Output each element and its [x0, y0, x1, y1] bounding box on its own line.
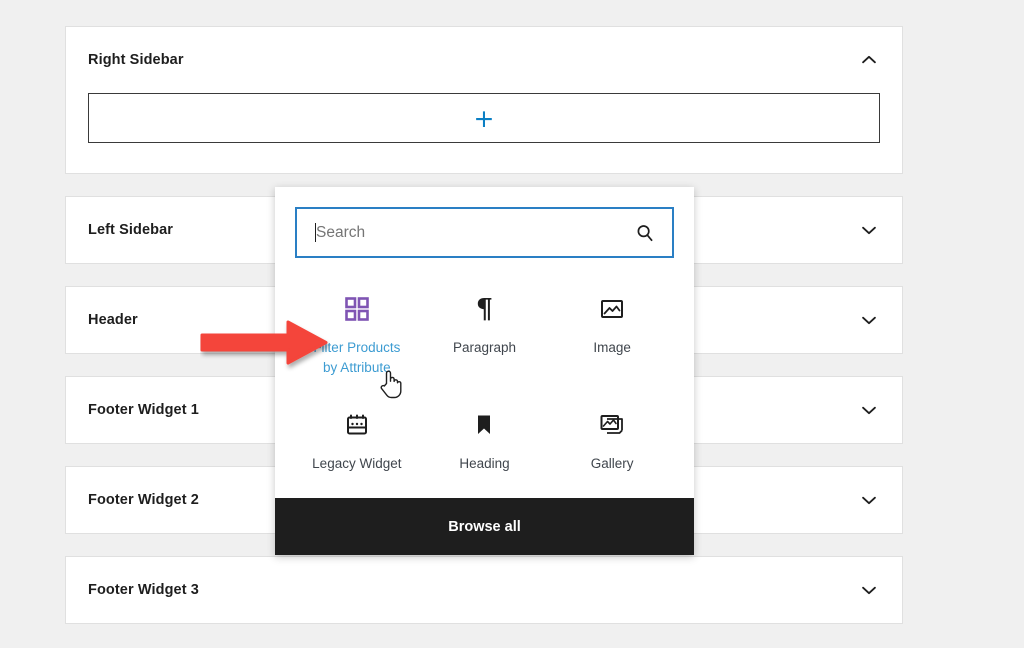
block-type-label: Paragraph [453, 338, 516, 358]
search-input[interactable]: Search [295, 207, 674, 258]
block-inserter-popover: Search Filter Products by Attribute ¶ Para… [275, 187, 694, 555]
block-type-label: Legacy Widget [312, 454, 401, 474]
chevron-down-icon[interactable] [858, 489, 880, 511]
browse-all-button[interactable]: Browse all [275, 498, 694, 555]
block-type-item[interactable]: ¶ Paragraph [421, 282, 549, 384]
block-type-item[interactable]: Legacy Widget [293, 398, 421, 480]
legacy-widget-icon [344, 410, 370, 440]
search-input-placeholder: Search [316, 224, 635, 242]
block-type-label: Image [593, 338, 631, 358]
chevron-down-icon[interactable] [858, 309, 880, 331]
block-type-label: Gallery [591, 454, 634, 474]
chevron-down-icon[interactable] [858, 579, 880, 601]
inserter-search-container: Search [275, 187, 694, 272]
gallery-icon [599, 410, 625, 440]
plus-icon: + [474, 106, 495, 131]
search-icon [635, 223, 655, 243]
grid-squares-icon [344, 294, 370, 324]
widget-area-title: Header [88, 312, 138, 328]
widget-area-title: Footer Widget 2 [88, 492, 199, 508]
widget-area-header[interactable]: Footer Widget 3 [66, 557, 902, 623]
widget-area-header[interactable]: Right Sidebar [66, 27, 902, 93]
image-icon [599, 294, 625, 324]
widget-area-panel: Right Sidebar + [65, 26, 903, 174]
widget-area-body: + [66, 93, 902, 173]
chevron-down-icon[interactable] [858, 399, 880, 421]
block-type-item[interactable]: Gallery [548, 398, 676, 480]
block-type-label: Filter Products by Attribute [304, 338, 409, 378]
widget-area-title: Footer Widget 1 [88, 402, 199, 418]
widget-area-title: Left Sidebar [88, 222, 173, 238]
widget-area-title: Right Sidebar [88, 52, 184, 68]
widget-area-title: Footer Widget 3 [88, 582, 199, 598]
add-block-button[interactable]: + [88, 93, 880, 143]
block-type-label: Heading [459, 454, 509, 474]
widget-area-panel: Footer Widget 3 [65, 556, 903, 624]
chevron-down-icon[interactable] [858, 219, 880, 241]
pilcrow-icon: ¶ [476, 294, 493, 324]
bookmark-icon [471, 410, 497, 440]
chevron-up-icon[interactable] [858, 49, 880, 71]
block-type-item[interactable]: Filter Products by Attribute [293, 282, 421, 384]
block-type-item[interactable]: Image [548, 282, 676, 384]
block-type-grid: Filter Products by Attribute ¶ Paragraph Im… [275, 272, 694, 498]
block-type-item[interactable]: Heading [421, 398, 549, 480]
